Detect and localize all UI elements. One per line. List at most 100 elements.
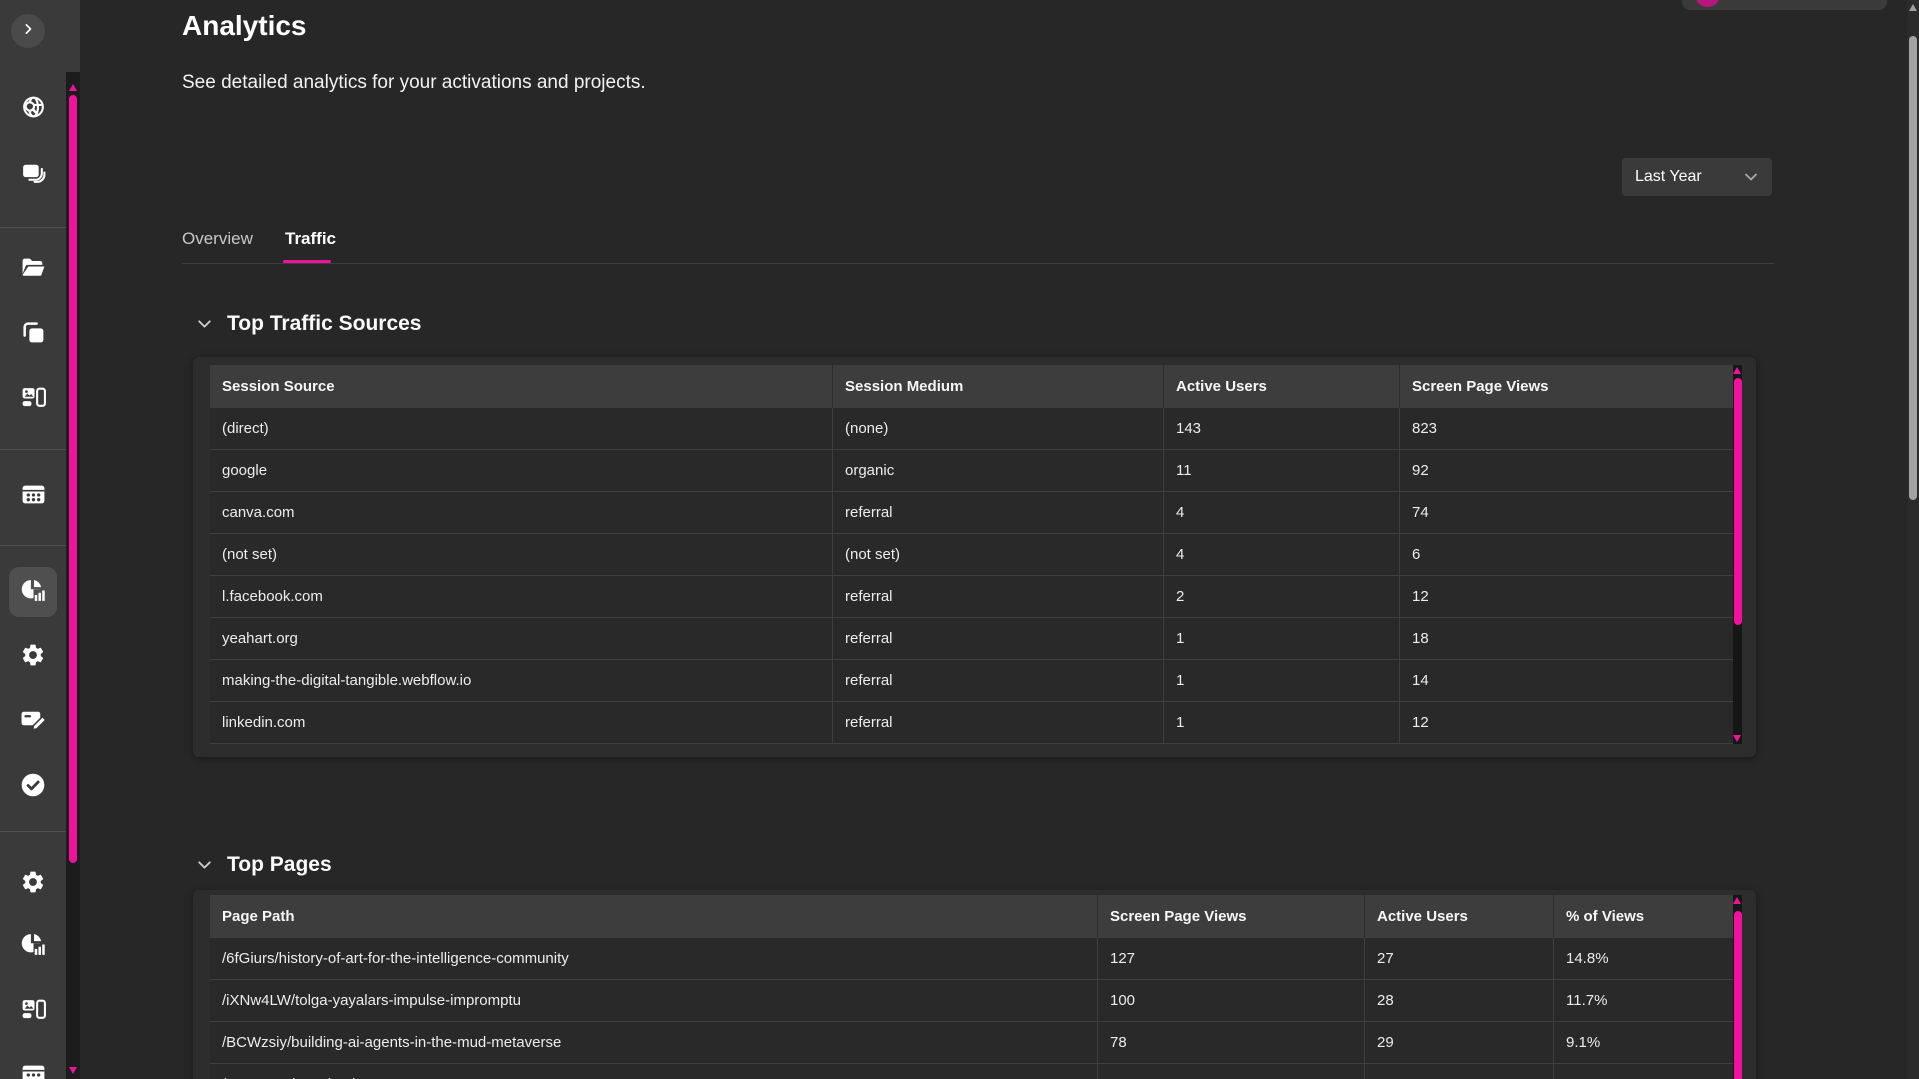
cell-active-users: 143: [1164, 408, 1400, 449]
table-row: canva.com referral 4 74: [210, 492, 1742, 534]
sidebar-divider: [0, 831, 66, 832]
column-header: Screen Page Views: [1098, 895, 1365, 938]
sidebar-item-analytics[interactable]: [15, 575, 51, 611]
table-scrollbar-thumb[interactable]: [1734, 378, 1742, 625]
table-scrollbar[interactable]: [1733, 895, 1742, 1079]
cell-session-source: (direct): [210, 408, 833, 449]
sidebar-expand-button[interactable]: [11, 14, 45, 48]
sidebar-item-media[interactable]: [15, 382, 51, 418]
cell-screen-page-views: 100: [1098, 980, 1365, 1021]
traffic-sources-section-header: Top Traffic Sources: [196, 312, 422, 336]
sidebar-divider: [0, 545, 66, 546]
scroll-up-arrow-icon[interactable]: [1733, 367, 1741, 374]
scroll-up-arrow-icon[interactable]: [69, 84, 77, 91]
folder-open-icon: [20, 254, 47, 286]
sidebar-scrollbar[interactable]: [66, 72, 80, 1079]
avatar: [1695, 0, 1720, 7]
sidebar-item-settings-secondary[interactable]: [15, 866, 51, 902]
table-header-row: Session Source Session Medium Active Use…: [210, 365, 1742, 408]
cell-active-users: 1: [1164, 660, 1400, 701]
globe-search-icon: [20, 94, 47, 126]
date-range-value: Last Year: [1635, 168, 1702, 186]
cell-active-users: 2: [1164, 576, 1400, 617]
cell-session-source: google: [210, 450, 833, 491]
top-pages-section-header: Top Pages: [196, 853, 332, 877]
calendar-icon: [20, 481, 47, 513]
cell-session-medium: referral: [833, 702, 1164, 743]
cell-active-users: 27: [1365, 938, 1554, 979]
tab-overview[interactable]: Overview: [182, 229, 253, 249]
cell-pct-of-views: 7.5%: [1554, 1064, 1742, 1079]
media-devices-icon: [20, 996, 47, 1028]
date-range-dropdown[interactable]: Last Year: [1622, 158, 1772, 196]
cell-session-source: yeahart.org: [210, 618, 833, 659]
sidebar-scrollbar-thumb[interactable]: [69, 95, 77, 863]
page-scrollbar[interactable]: [1907, 0, 1919, 1079]
cell-session-medium: referral: [833, 576, 1164, 617]
cell-page-path: /BCWzsiy/building-ai-agents-in-the-mud-m…: [210, 1022, 1098, 1063]
sidebar-item-billing[interactable]: [15, 703, 51, 739]
settings-gear-icon: [20, 642, 46, 673]
calendar-icon: [20, 1061, 47, 1079]
sidebar-item-approvals[interactable]: [15, 769, 51, 805]
sidebar-item-settings[interactable]: [15, 639, 51, 675]
sidebar-divider: [0, 449, 66, 450]
cell-screen-page-views: 12: [1400, 702, 1742, 743]
cell-pct-of-views: 11.7%: [1554, 980, 1742, 1021]
cell-session-source: l.facebook.com: [210, 576, 833, 617]
sidebar-item-analytics-secondary[interactable]: [15, 929, 51, 965]
scroll-up-arrow-icon[interactable]: [1733, 897, 1741, 904]
analytics-pie-icon: [20, 577, 47, 609]
clipped-notification-chip: [1682, 0, 1887, 10]
sidebar-item-schedule[interactable]: [15, 479, 51, 515]
sidebar-item-assets[interactable]: [15, 317, 51, 353]
sidebar-item-discover[interactable]: [15, 92, 51, 128]
cell-active-users: 11: [1164, 450, 1400, 491]
cell-active-users: 28: [1365, 980, 1554, 1021]
cell-session-medium: referral: [833, 618, 1164, 659]
table-row: /iXNw4LW/tolga-yayalars-impulse-imprompt…: [210, 980, 1742, 1022]
scroll-down-arrow-icon[interactable]: [69, 1067, 77, 1074]
top-pages-table: Page Path Screen Page Views Active Users…: [210, 895, 1742, 1079]
cell-active-users: 1: [1164, 702, 1400, 743]
cell-active-users: 4: [1164, 492, 1400, 533]
section-title: Top Traffic Sources: [227, 312, 422, 336]
tab-traffic[interactable]: Traffic: [285, 229, 336, 249]
page-subtitle: See detailed analytics for your activati…: [182, 72, 646, 94]
table-header-row: Page Path Screen Page Views Active Users…: [210, 895, 1742, 938]
table-row: /yPPLPPq/creative-int 64 11 7.5%: [210, 1064, 1742, 1079]
scroll-up-arrow-icon[interactable]: [1909, 4, 1917, 11]
cell-active-users: 11: [1365, 1064, 1554, 1079]
sidebar-item-collections[interactable]: [15, 157, 51, 193]
sidebar-item-media-secondary[interactable]: [15, 994, 51, 1030]
table-scrollbar-thumb[interactable]: [1734, 911, 1742, 1079]
sidebar-item-schedule-secondary[interactable]: [15, 1059, 51, 1079]
sidebar-divider: [0, 227, 66, 228]
section-title: Top Pages: [227, 853, 332, 877]
sidebar-item-projects[interactable]: [15, 252, 51, 288]
cell-screen-page-views: 78: [1098, 1022, 1365, 1063]
copy-icon: [20, 319, 47, 351]
top-pages-card: Page Path Screen Page Views Active Users…: [193, 890, 1756, 1079]
cell-session-source: making-the-digital-tangible.webflow.io: [210, 660, 833, 701]
table-row: l.facebook.com referral 2 12: [210, 576, 1742, 618]
cell-session-medium: (none): [833, 408, 1164, 449]
page-scrollbar-thumb[interactable]: [1909, 36, 1917, 500]
table-row: (not set) (not set) 4 6: [210, 534, 1742, 576]
table-row: /BCWzsiy/building-ai-agents-in-the-mud-m…: [210, 1022, 1742, 1064]
table-scrollbar[interactable]: [1733, 365, 1742, 744]
cell-screen-page-views: 64: [1098, 1064, 1365, 1079]
table-row: /6fGiurs/history-of-art-for-the-intellig…: [210, 938, 1742, 980]
check-circle-icon: [19, 771, 47, 804]
analytics-pie-icon: [20, 931, 47, 963]
cell-screen-page-views: 12: [1400, 576, 1742, 617]
scroll-down-arrow-icon[interactable]: [1733, 735, 1741, 742]
cell-session-source: linkedin.com: [210, 702, 833, 743]
collapse-chevron-icon[interactable]: [196, 857, 213, 874]
table-row: linkedin.com referral 1 12: [210, 702, 1742, 744]
column-header: % of Views: [1554, 895, 1742, 938]
column-header: Active Users: [1164, 365, 1400, 408]
chevron-down-icon: [1743, 169, 1759, 185]
collapse-chevron-icon[interactable]: [196, 316, 213, 333]
cell-screen-page-views: 127: [1098, 938, 1365, 979]
